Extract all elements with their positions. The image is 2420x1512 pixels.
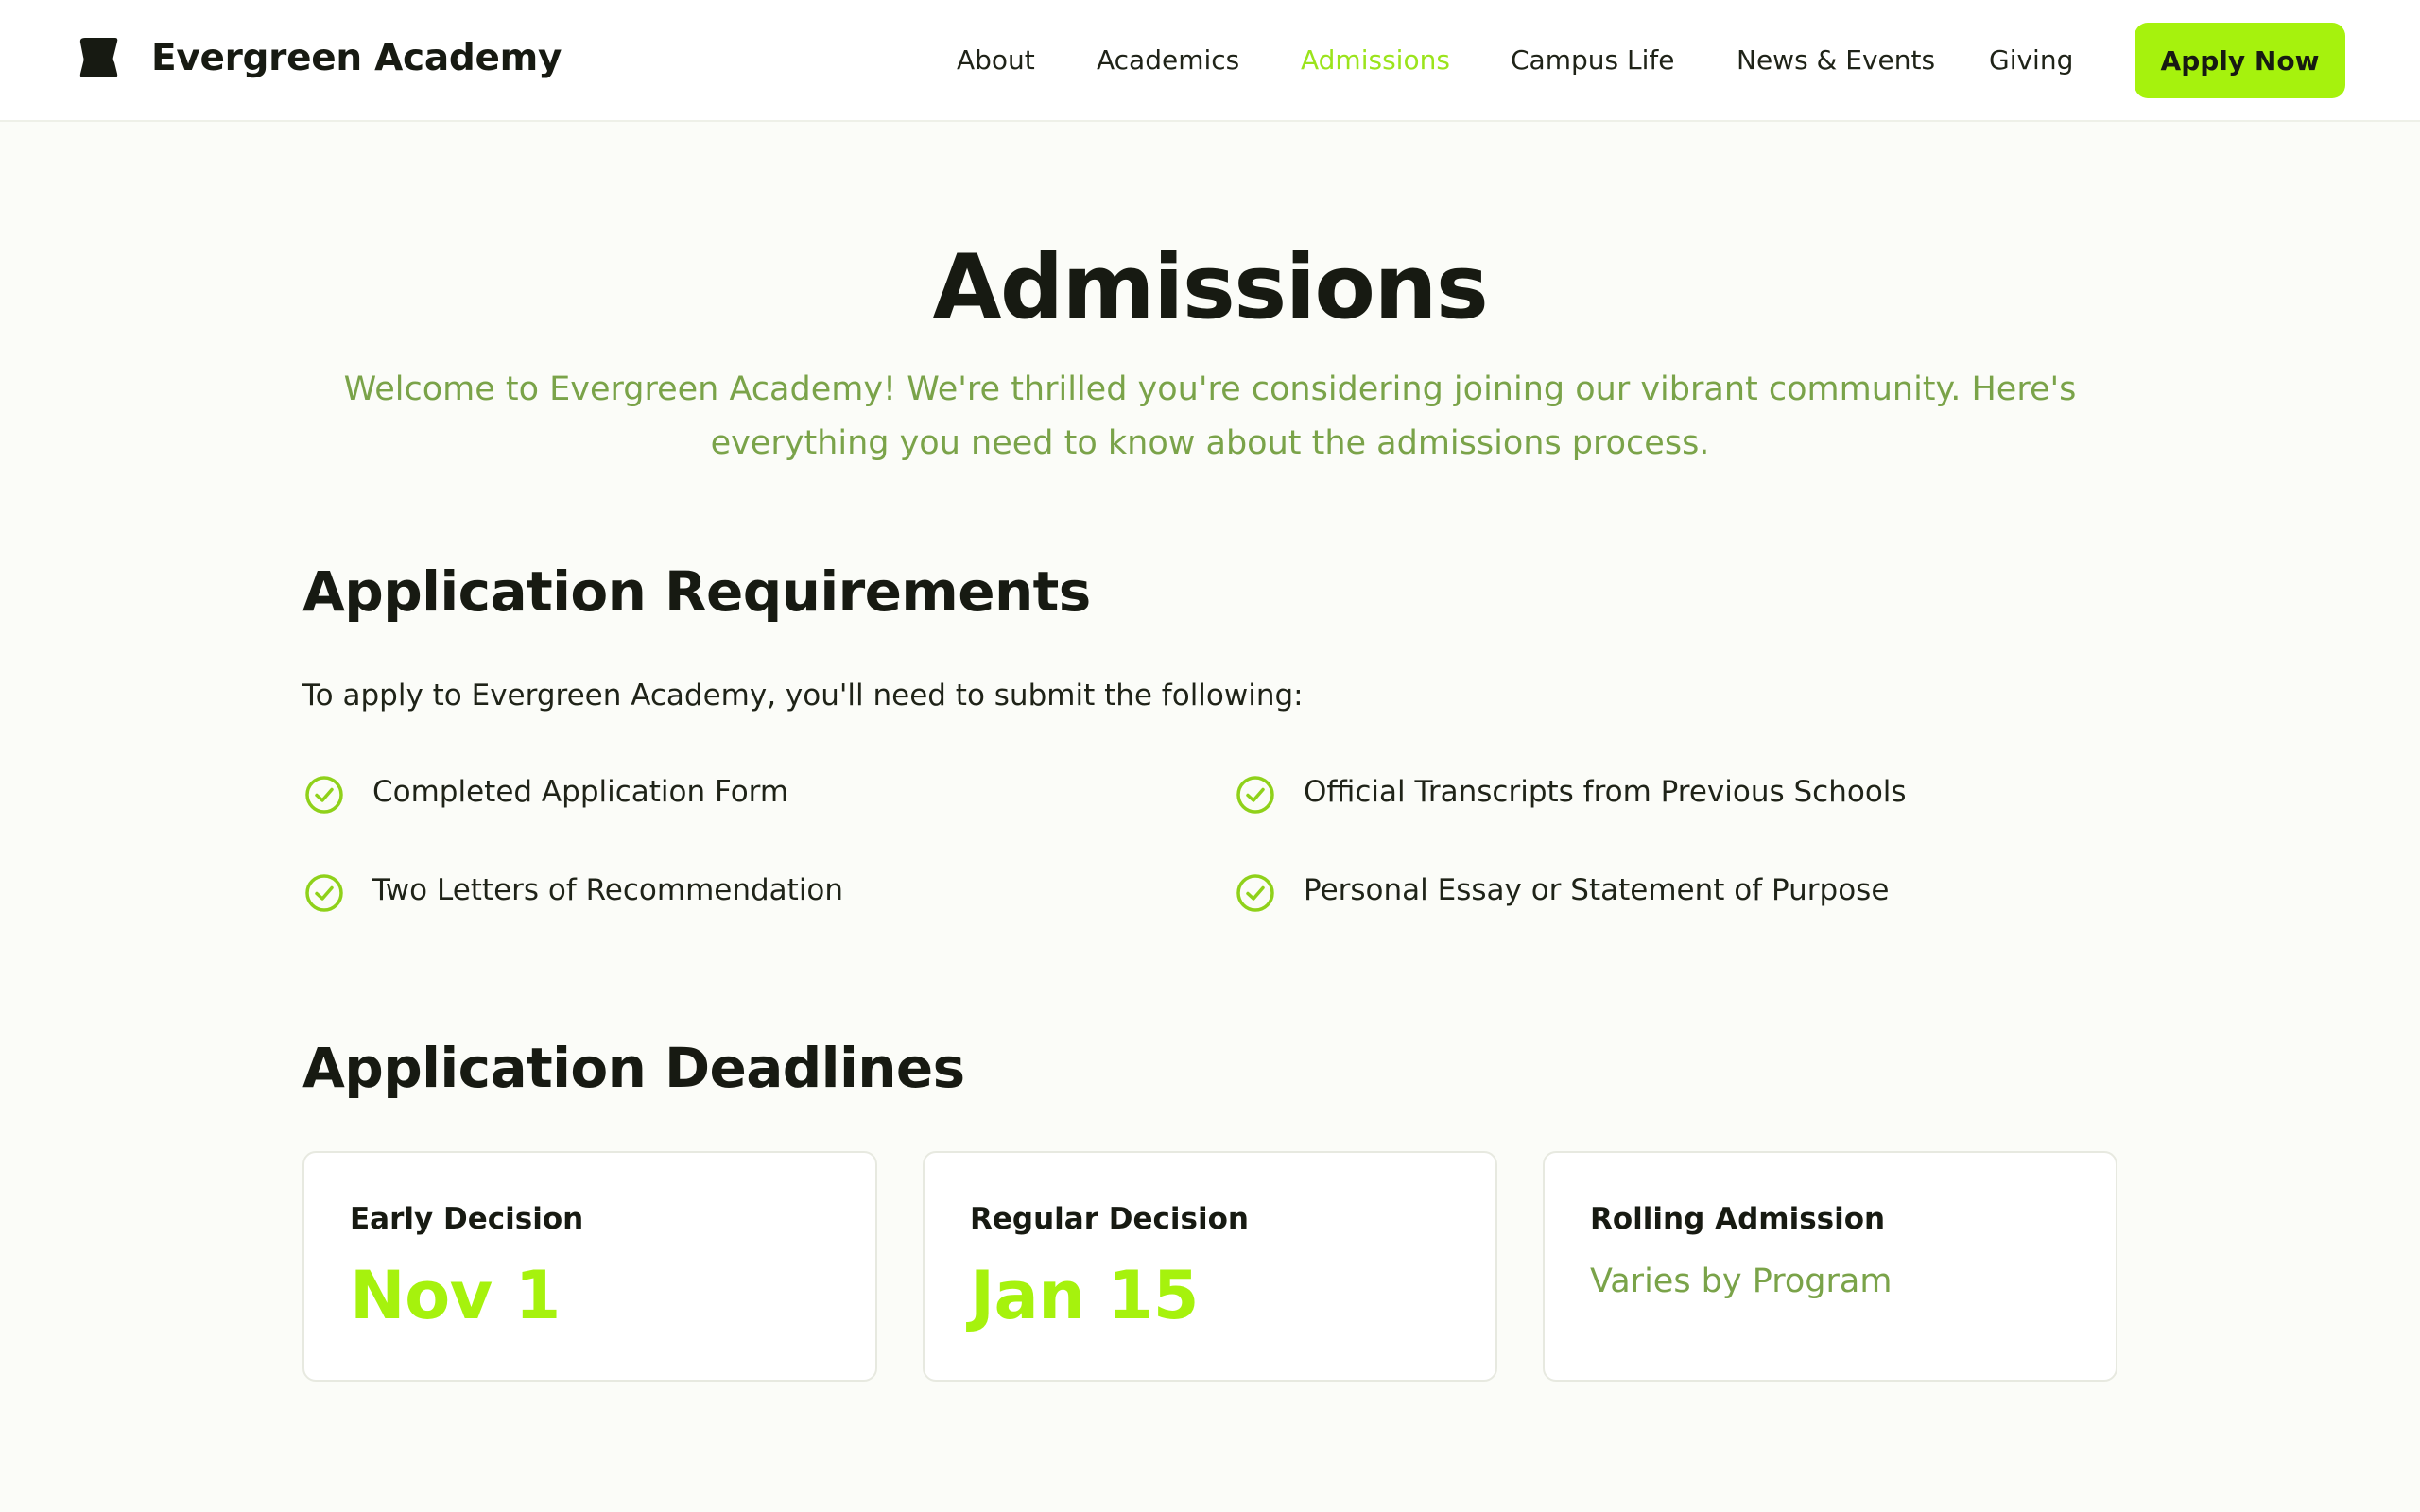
requirement-item: Completed Application Form	[304, 769, 788, 815]
brand-logo[interactable]: Evergreen Academy	[78, 36, 562, 79]
check-circle-icon	[305, 874, 343, 912]
nav-item-giving[interactable]: Giving	[1989, 43, 2073, 77]
nav-item-campus-life[interactable]: Campus Life	[1511, 43, 1674, 77]
nav-item-news-events[interactable]: News & Events	[1737, 43, 1935, 77]
requirement-item: Personal Essay or Statement of Purpose	[1236, 868, 1889, 913]
check-circle-icon	[1236, 874, 1274, 912]
requirements-lead: To apply to Evergreen Academy, you'll ne…	[302, 679, 1304, 713]
page-title: Admissions	[932, 236, 1489, 339]
requirement-label: Completed Application Form	[372, 775, 789, 809]
brand-name: Evergreen Academy	[151, 36, 562, 79]
deadline-card-rolling-admission: Rolling Admission Varies by Program	[1543, 1151, 2118, 1382]
deadline-date: Jan 15	[970, 1257, 1199, 1334]
nav-item-admissions[interactable]: Admissions	[1301, 43, 1450, 77]
deadline-card-regular-decision: Regular Decision Jan 15	[923, 1151, 1497, 1382]
intro-text: Welcome to Evergreen Academy! We're thri…	[343, 370, 2077, 462]
nav-item-academics[interactable]: Academics	[1097, 43, 1239, 77]
requirement-label: Official Transcripts from Previous Schoo…	[1304, 775, 1907, 809]
leaf-block-logo-icon	[79, 38, 118, 77]
apply-now-button[interactable]: Apply Now	[2135, 23, 2345, 98]
deadline-title: Regular Decision	[970, 1202, 1249, 1236]
deadline-title: Early Decision	[350, 1202, 584, 1236]
nav-item-about[interactable]: About	[957, 43, 1035, 77]
deadline-title: Rolling Admission	[1590, 1202, 1886, 1236]
requirement-label: Personal Essay or Statement of Purpose	[1304, 873, 1890, 907]
site-header: Evergreen Academy About Academics Admiss…	[0, 0, 2420, 122]
check-circle-icon	[305, 776, 343, 814]
deadline-date: Nov 1	[350, 1257, 561, 1334]
check-circle-icon	[1236, 776, 1274, 814]
requirement-item: Two Letters of Recommendation	[304, 868, 843, 913]
deadline-card-early-decision: Early Decision Nov 1	[302, 1151, 877, 1382]
requirements-heading: Application Requirements	[302, 559, 1091, 624]
deadline-note: Varies by Program	[1590, 1263, 1893, 1300]
requirement-label: Two Letters of Recommendation	[372, 873, 844, 907]
requirement-item: Official Transcripts from Previous Schoo…	[1236, 769, 1907, 815]
deadlines-heading: Application Deadlines	[302, 1036, 965, 1100]
